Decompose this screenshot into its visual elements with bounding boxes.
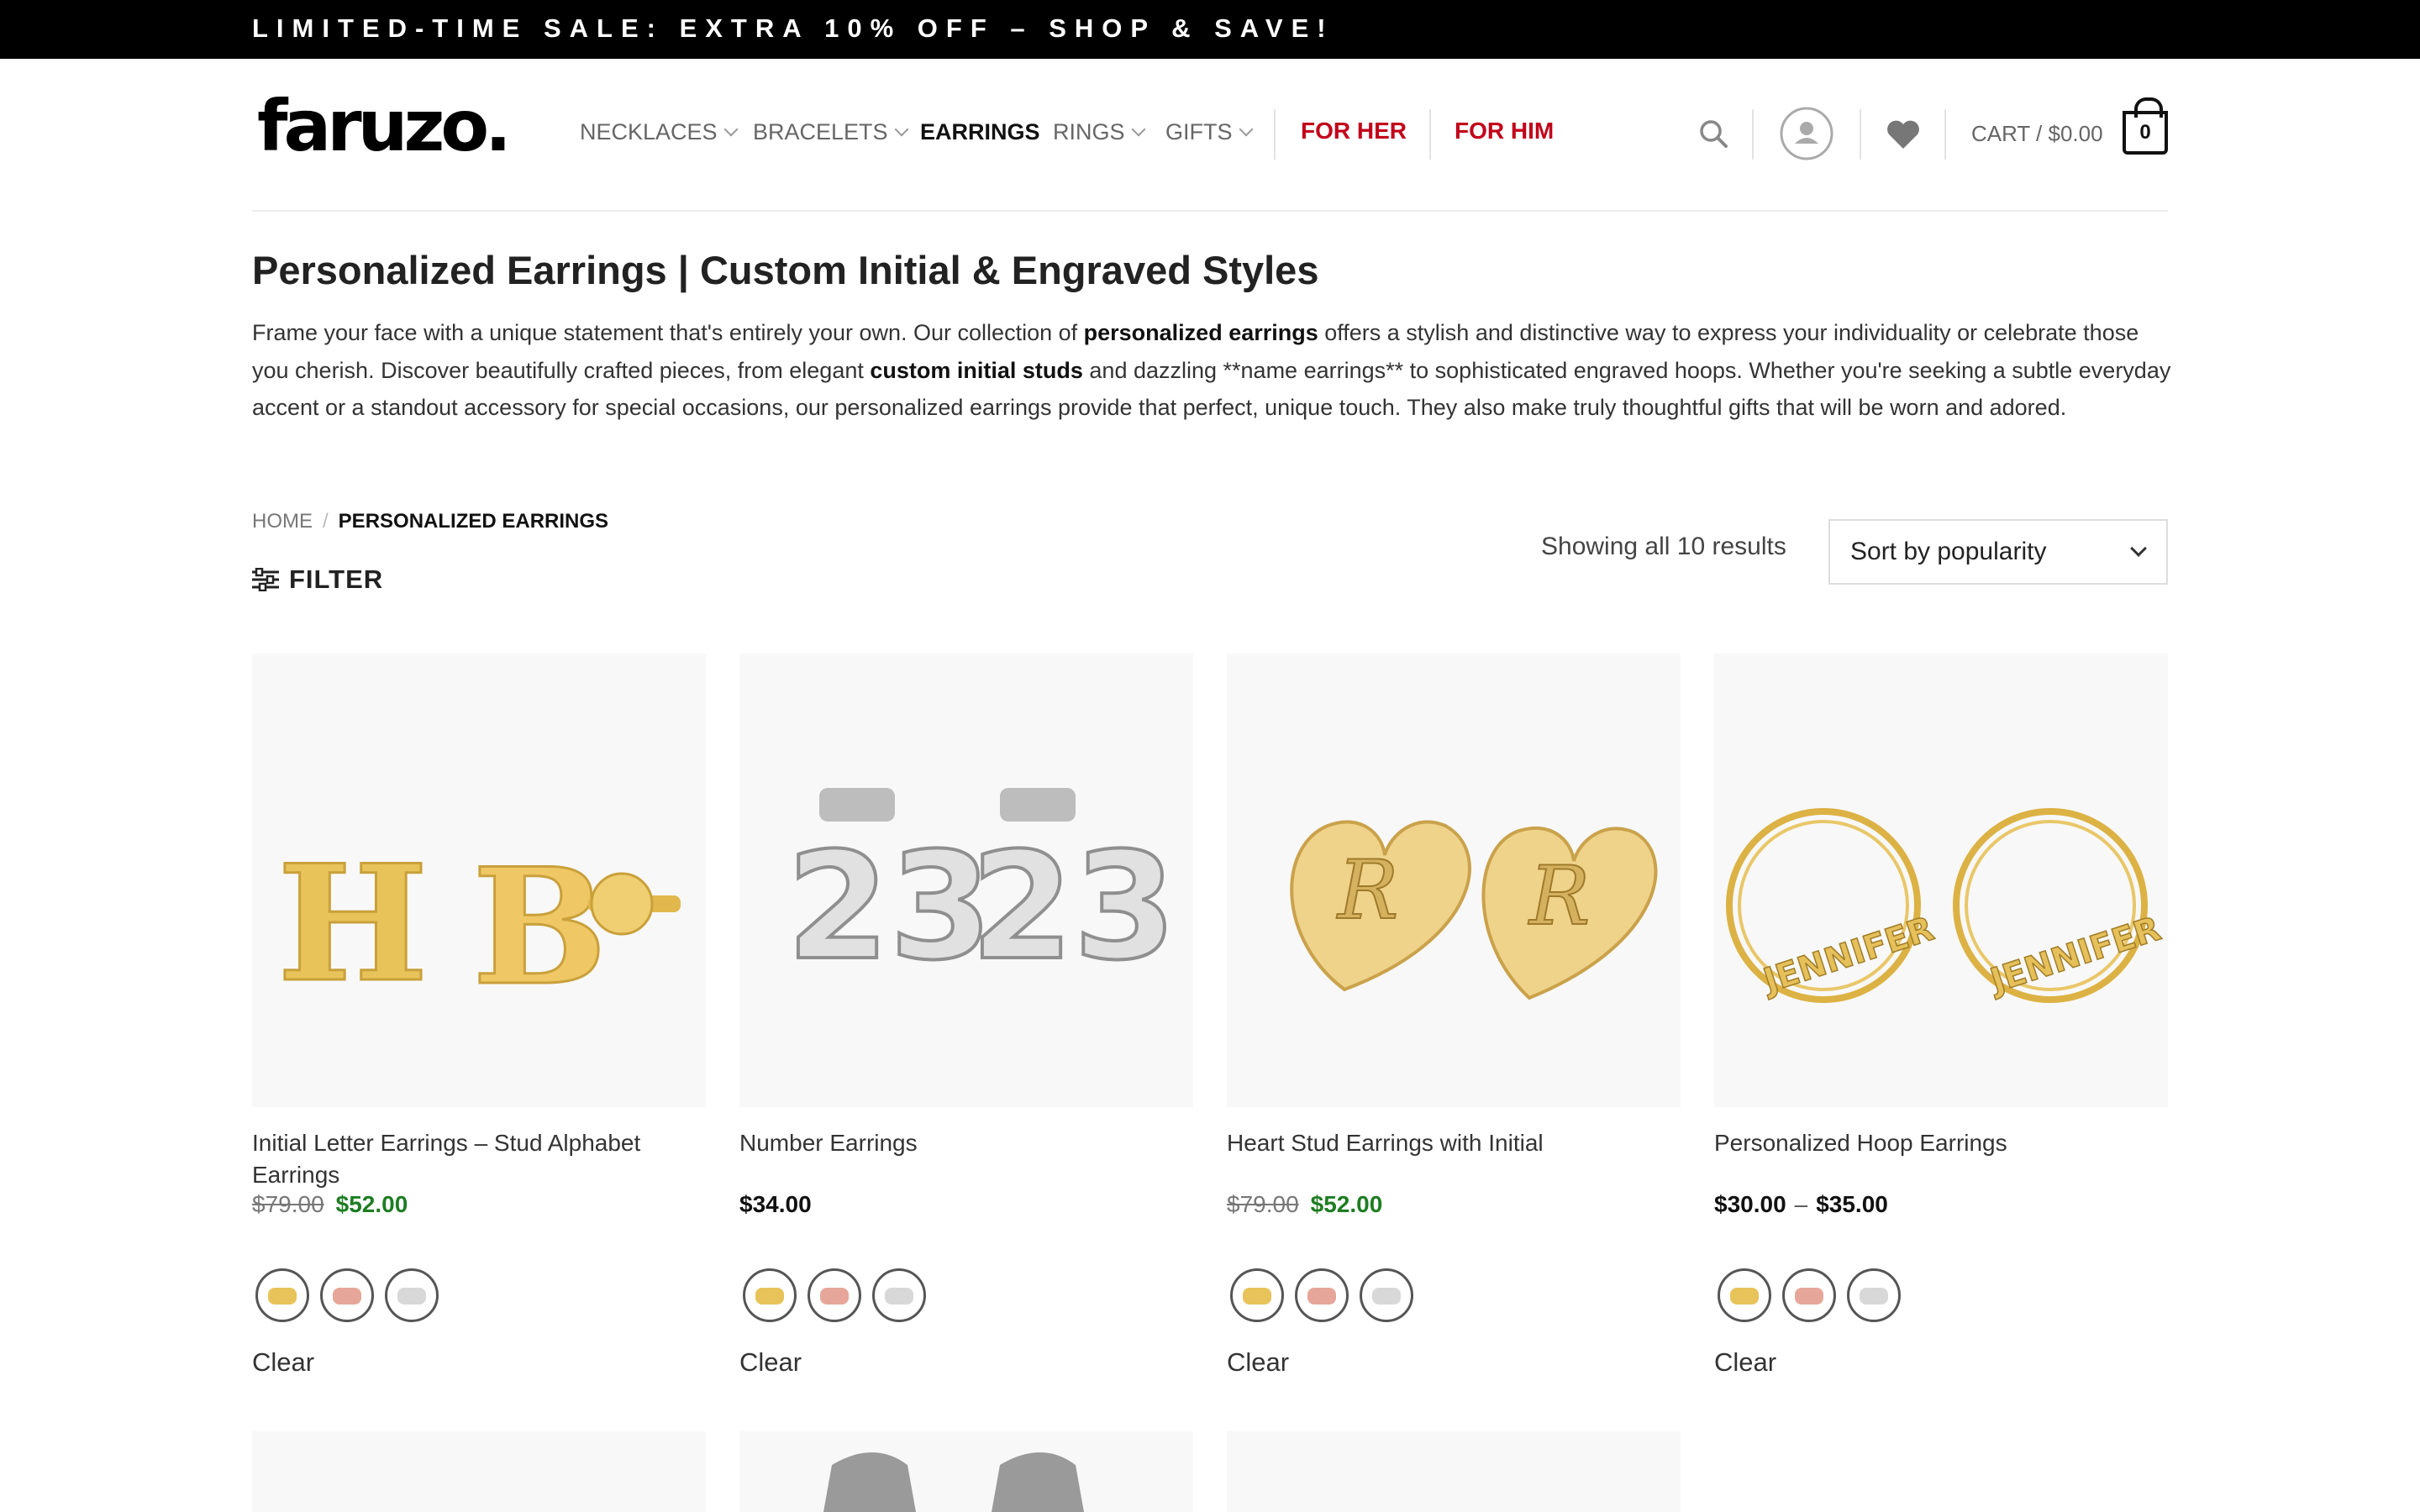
header-divider [1860,109,1861,160]
product-image-partial[interactable] [739,1431,1193,1512]
product-card: R R Heart Stud Earrings with Initial $79… [1227,654,1681,1377]
price-max: $35.00 [1816,1191,1888,1217]
nav-divider [1429,109,1431,160]
nav-earrings[interactable]: EARRINGS [920,119,1040,145]
filter-sliders-icon [252,568,279,591]
variant-swatches [1230,1268,1413,1322]
results-count: Showing all 10 results [1541,533,1786,560]
header-divider-line [252,210,2168,212]
wishlist-heart-icon[interactable] [1886,119,1921,154]
search-icon[interactable] [1699,119,1728,152]
chevron-down-icon [1131,122,1146,136]
sale-price: $52.00 [335,1191,408,1217]
swatch-silver[interactable] [385,1268,439,1322]
breadcrumb-home[interactable]: HOME [252,510,313,533]
swatch-rose-gold[interactable] [320,1268,374,1322]
nav-for-him[interactable]: FOR HIM [1455,118,1554,144]
clear-link[interactable]: Clear [252,1347,314,1378]
swatch-gold[interactable] [1718,1268,1771,1322]
page-title: Personalized Earrings | Custom Initial &… [252,248,1319,292]
product-image[interactable]: H B [252,654,706,1107]
sale-price: $52.00 [1310,1191,1383,1217]
variant-swatches [743,1268,926,1322]
regular-price: $34.00 [739,1191,812,1217]
product-card: 23 23 Number Earrings $34.00 Clear [739,654,1193,1377]
nav-necklaces[interactable]: NECKLACES [580,119,739,145]
old-price: $79.00 [252,1191,324,1217]
category-description: Frame your face with a unique statement … [252,320,2171,420]
site-logo[interactable]: faruzo. [257,91,512,161]
product-image[interactable]: R R [1227,654,1681,1107]
swatch-gold[interactable] [743,1268,797,1322]
svg-text:B: B [472,833,608,1021]
swatch-silver[interactable] [1847,1268,1901,1322]
variant-swatches [255,1268,439,1322]
nav-divider [1274,109,1276,160]
product-price: $34.00 [739,1191,812,1218]
nav-rings[interactable]: RINGS [1053,119,1146,145]
breadcrumb: HOME / PERSONALIZED EARRINGS [252,510,608,533]
nav-for-her[interactable]: FOR HER [1301,118,1407,144]
product-price: $79.00 $52.00 [252,1191,408,1218]
promo-text: LIMITED-TIME SALE: EXTRA 10% OFF – SHOP … [252,13,1334,43]
product-image[interactable]: JENNIFER JENNIFER [1714,654,2168,1107]
chevron-down-icon [723,122,739,136]
svg-text:R: R [1528,849,1590,943]
breadcrumb-current: PERSONALIZED EARRINGS [338,510,609,533]
filter-button[interactable]: FILTER [252,564,383,595]
price-min: $30.00 [1714,1191,1786,1217]
product-name[interactable]: Heart Stud Earrings with Initial [1227,1127,1681,1191]
account-icon[interactable] [1780,107,1833,165]
product-name[interactable]: Personalized Hoop Earrings [1714,1127,2168,1191]
clear-link[interactable]: Clear [739,1347,802,1378]
nav-bracelets[interactable]: BRACELETS [753,119,909,145]
product-card: JENNIFER JENNIFER Personalized Hoop Earr… [1714,654,2168,1377]
svg-text:H: H [277,830,429,1017]
price-range-separator: – [1794,1191,1808,1217]
product-name[interactable]: Number Earrings [739,1127,1193,1191]
chevron-down-icon [1239,122,1253,136]
chevron-down-icon [2130,540,2147,557]
cart-count-icon[interactable]: 0 [2123,97,2168,155]
cart-link[interactable]: CART / $0.00 [1971,121,2103,147]
swatch-gold[interactable] [255,1268,309,1322]
product-image[interactable]: 23 23 [739,654,1193,1107]
product-card: H B Initial Letter Earrings – Stud Alpha… [252,654,706,1377]
product-image-partial[interactable] [1227,1431,1681,1512]
swatch-silver[interactable] [872,1268,926,1322]
breadcrumb-separator: / [323,510,329,533]
nav-gifts[interactable]: GIFTS [1165,119,1253,145]
svg-text:23: 23 [971,821,1176,993]
product-price: $79.00 $52.00 [1227,1191,1382,1218]
old-price: $79.00 [1227,1191,1299,1217]
header-divider [1752,109,1754,160]
svg-text:23: 23 [786,821,992,993]
swatch-rose-gold[interactable] [808,1268,861,1322]
clear-link[interactable]: Clear [1714,1347,1776,1378]
header-divider [1944,109,1946,160]
svg-text:R: R [1336,843,1398,937]
product-price: $30.00– $35.00 [1714,1191,1888,1218]
promo-bar: LIMITED-TIME SALE: EXTRA 10% OFF – SHOP … [0,0,2420,59]
swatch-rose-gold[interactable] [1782,1268,1836,1322]
swatch-rose-gold[interactable] [1295,1268,1349,1322]
sort-select[interactable]: Sort by popularity [1828,519,2168,585]
variant-swatches [1718,1268,1901,1322]
swatch-silver[interactable] [1360,1268,1413,1322]
clear-link[interactable]: Clear [1227,1347,1289,1378]
product-name[interactable]: Initial Letter Earrings – Stud Alphabet … [252,1127,706,1191]
chevron-down-icon [894,122,909,136]
product-image-partial[interactable] [252,1431,706,1512]
swatch-gold[interactable] [1230,1268,1284,1322]
